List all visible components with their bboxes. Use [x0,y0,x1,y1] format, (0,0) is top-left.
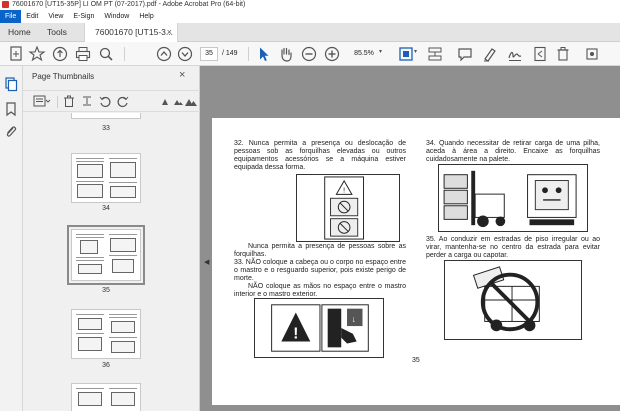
warning-figure-forks: ! [296,174,400,242]
select-cursor-icon[interactable] [254,45,272,63]
trash-icon[interactable] [62,94,76,108]
print-icon[interactable] [74,45,92,63]
thumbnail-page[interactable] [71,309,141,359]
main-toolbar: 35 / 149 85.5% ▾ ▾ [0,42,620,66]
figure-tipping-warning [444,260,582,340]
rotate-ccw-icon[interactable] [98,94,112,108]
next-page-icon[interactable] [176,45,194,63]
paragraph-33b: NÃO coloque as mãos no espaço entre o ma… [234,283,406,298]
comment-icon[interactable] [456,45,474,63]
zoom-out-icon[interactable] [300,45,318,63]
tab-bar: Home Tools 76001670 [UT15-3... × [0,23,620,42]
thumbnail-label: 35 [102,287,110,294]
right-column: 34. Quando necessitar de retirar carga d… [426,140,600,164]
thumbnail-page-selected[interactable] [71,229,141,281]
zoom-in-icon[interactable] [323,45,341,63]
tab-document-label: 76001670 [UT15-3... [95,27,173,37]
highlight-icon[interactable] [481,45,499,63]
delete-icon[interactable] [554,45,572,63]
pdf-page: 32. Nunca permita a presença ou deslocaç… [212,118,620,405]
tab-document[interactable]: 76001670 [UT15-3... × [84,23,178,42]
warning-figure-mast: ! ↓ [254,298,384,358]
options-menu-icon[interactable] [33,94,51,108]
thumbnail-label: 36 [102,362,110,369]
menu-esign[interactable]: E-Sign [68,10,99,23]
toolbar-divider [124,47,125,61]
thumbnail-label: 33 [102,125,110,132]
attachments-icon[interactable] [3,124,19,140]
create-pdf-icon[interactable] [7,45,25,63]
fit-dropdown-chevron-icon[interactable]: ▾ [414,48,417,55]
page-thumbnails-panel: Page Thumbnails × 33 34 35 36 [23,66,222,411]
svg-text:↓: ↓ [352,314,356,324]
page-number-input[interactable]: 35 [200,47,218,61]
thumbnail-page[interactable] [71,153,141,203]
title-bar: 76001670 [UT15-35P] LI OM PT (07-2017).p… [0,0,620,10]
upload-icon[interactable] [51,45,69,63]
menu-help[interactable]: Help [134,10,158,23]
thumbnail-label: 34 [102,205,110,212]
menu-view[interactable]: View [43,10,68,23]
zoom-level-select[interactable]: 85.5% [349,47,379,61]
paragraph-35: 35. Ao conduzir em estradas de piso irre… [426,236,600,259]
paragraph-34: 34. Quando necessitar de retirar carga d… [426,140,600,163]
more-icon[interactable] [583,45,601,63]
page-number: 35 [412,357,420,364]
bookmark-icon[interactable] [28,45,46,63]
panel-title: Page Thumbnails [32,72,95,81]
menu-window[interactable]: Window [99,10,134,23]
page-total: / 149 [222,50,238,57]
share-icon[interactable] [531,45,549,63]
insert-icon[interactable] [158,94,172,108]
close-tab-icon[interactable]: × [167,23,172,42]
thumbnail-page[interactable] [71,383,141,411]
left-column: 32. Nunca permita a presença ou deslocaç… [234,140,406,172]
thumbnail-toolbar [23,90,200,112]
left-navigation-rail [0,66,23,411]
menu-bar: File Edit View E-Sign Window Help [0,10,620,23]
zoom-dropdown-chevron-icon[interactable]: ▾ [379,48,382,55]
extract-pages-icon[interactable] [80,94,94,108]
page-thumbnails-icon[interactable] [3,76,19,92]
search-icon[interactable] [97,45,115,63]
collapse-panel-icon[interactable]: ◀ [204,258,209,266]
rotate-cw-icon[interactable] [116,94,130,108]
document-viewer-bottom [200,405,620,411]
thumbnail-list: 33 34 35 36 [23,113,188,411]
right-column-cont: 35. Ao conduzir em estradas de piso irre… [426,236,600,260]
paragraph-32b: Nunca permita a presença de pessoas sobr… [234,243,406,258]
svg-text:!: ! [343,185,345,194]
hand-icon[interactable] [277,45,295,63]
bookmarks-icon[interactable] [3,101,19,117]
menu-file[interactable]: File [0,10,22,23]
fit-page-icon[interactable] [397,45,415,63]
sign-icon[interactable] [506,45,524,63]
prev-page-icon[interactable] [155,45,173,63]
window-title: 76001670 [UT15-35P] LI OM PT (07-2017).p… [12,1,246,8]
paragraph-33: 33. NÃO coloque a cabeça ou o corpo no e… [234,259,406,282]
toolbar-divider [57,96,58,108]
large-view-icon[interactable] [184,94,198,108]
left-column-cont: Nunca permita a presença de pessoas sobr… [234,243,406,299]
tab-tools[interactable]: Tools [47,23,67,42]
menu-edit[interactable]: Edit [21,10,43,23]
toolbar-divider [248,47,249,61]
figure-forklift-stack [438,164,588,232]
paragraph-32: 32. Nunca permita a presença ou deslocaç… [234,140,406,171]
svg-text:!: ! [293,326,298,343]
small-view-icon[interactable] [171,94,185,108]
scroll-icon[interactable] [426,45,444,63]
tab-home[interactable]: Home [8,23,31,42]
close-panel-icon[interactable]: × [179,69,185,81]
thumbnail-page[interactable] [71,113,141,119]
acrobat-app-icon [2,1,9,8]
